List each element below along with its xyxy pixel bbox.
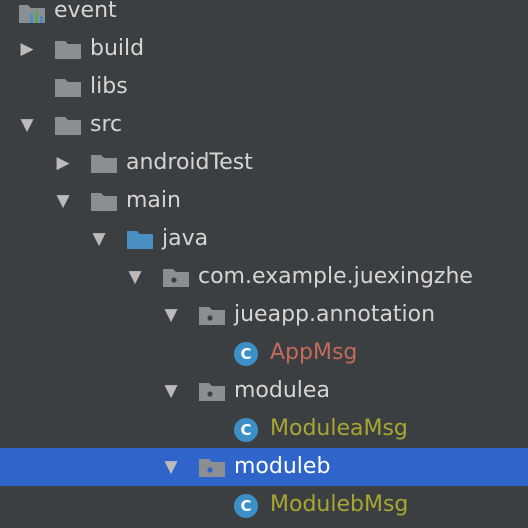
tree-item-label: ModuleaMsg xyxy=(270,416,408,441)
tree-item-build[interactable]: ▶ build xyxy=(0,30,528,68)
tree-item-label: AppMsg xyxy=(270,340,358,365)
tree-item-label: modulea xyxy=(234,378,330,403)
chevron-down-icon[interactable]: ▼ xyxy=(160,296,182,334)
chevron-down-icon[interactable]: ▼ xyxy=(52,182,74,220)
folder-icon xyxy=(90,154,118,174)
tree-item-moduleb[interactable]: ▼ moduleb xyxy=(0,448,528,486)
tree-item-modulebmsg[interactable]: C ModulebMsg xyxy=(0,486,528,524)
project-tree: event ▶ build libs ▼ src ▶ androidTest ▼ xyxy=(0,0,528,528)
tree-item-androidtest[interactable]: ▶ androidTest xyxy=(0,144,528,182)
folder-icon xyxy=(54,78,82,98)
package-icon xyxy=(198,458,226,478)
tree-item-src[interactable]: ▼ src xyxy=(0,106,528,144)
chevron-right-icon[interactable]: ▶ xyxy=(52,144,74,182)
tree-item-package-root[interactable]: ▼ com.example.juexingzhe xyxy=(0,258,528,296)
class-icon: C xyxy=(234,494,258,518)
package-icon xyxy=(162,268,190,288)
tree-item-main[interactable]: ▼ main xyxy=(0,182,528,220)
package-icon xyxy=(198,382,226,402)
tree-item-event[interactable]: event xyxy=(0,0,528,30)
class-icon: C xyxy=(234,342,258,366)
module-folder-icon xyxy=(18,2,46,23)
tree-item-label: main xyxy=(126,188,181,213)
folder-icon xyxy=(54,116,82,136)
class-icon: C xyxy=(234,418,258,442)
tree-item-label: jueapp.annotation xyxy=(234,302,436,327)
tree-item-label: src xyxy=(90,112,123,137)
tree-item-appmsg[interactable]: C AppMsg xyxy=(0,334,528,372)
tree-item-label: event xyxy=(54,0,117,23)
tree-item-libs[interactable]: libs xyxy=(0,68,528,106)
chevron-right-icon[interactable]: ▶ xyxy=(16,30,38,68)
tree-item-label: androidTest xyxy=(126,150,253,175)
chevron-down-icon[interactable]: ▼ xyxy=(160,448,182,486)
tree-item-label: ModulebMsg xyxy=(270,492,409,517)
package-icon xyxy=(198,306,226,326)
tree-item-modulea[interactable]: ▼ modulea xyxy=(0,372,528,410)
source-folder-icon xyxy=(126,230,154,250)
tree-item-java[interactable]: ▼ java xyxy=(0,220,528,258)
chevron-down-icon[interactable]: ▼ xyxy=(16,106,38,144)
chevron-down-icon[interactable]: ▼ xyxy=(124,258,146,296)
tree-item-jueapp-annotation[interactable]: ▼ jueapp.annotation xyxy=(0,296,528,334)
tree-item-label: java xyxy=(162,226,209,251)
chevron-down-icon[interactable]: ▼ xyxy=(160,372,182,410)
tree-item-moduleamsg[interactable]: C ModuleaMsg xyxy=(0,410,528,448)
chevron-down-icon[interactable]: ▼ xyxy=(88,220,110,258)
folder-icon xyxy=(54,40,82,60)
tree-item-label: libs xyxy=(90,74,128,99)
tree-item-label: com.example.juexingzhe xyxy=(198,264,473,289)
tree-item-label: build xyxy=(90,36,145,61)
folder-icon xyxy=(90,192,118,212)
tree-item-label: moduleb xyxy=(234,454,331,479)
